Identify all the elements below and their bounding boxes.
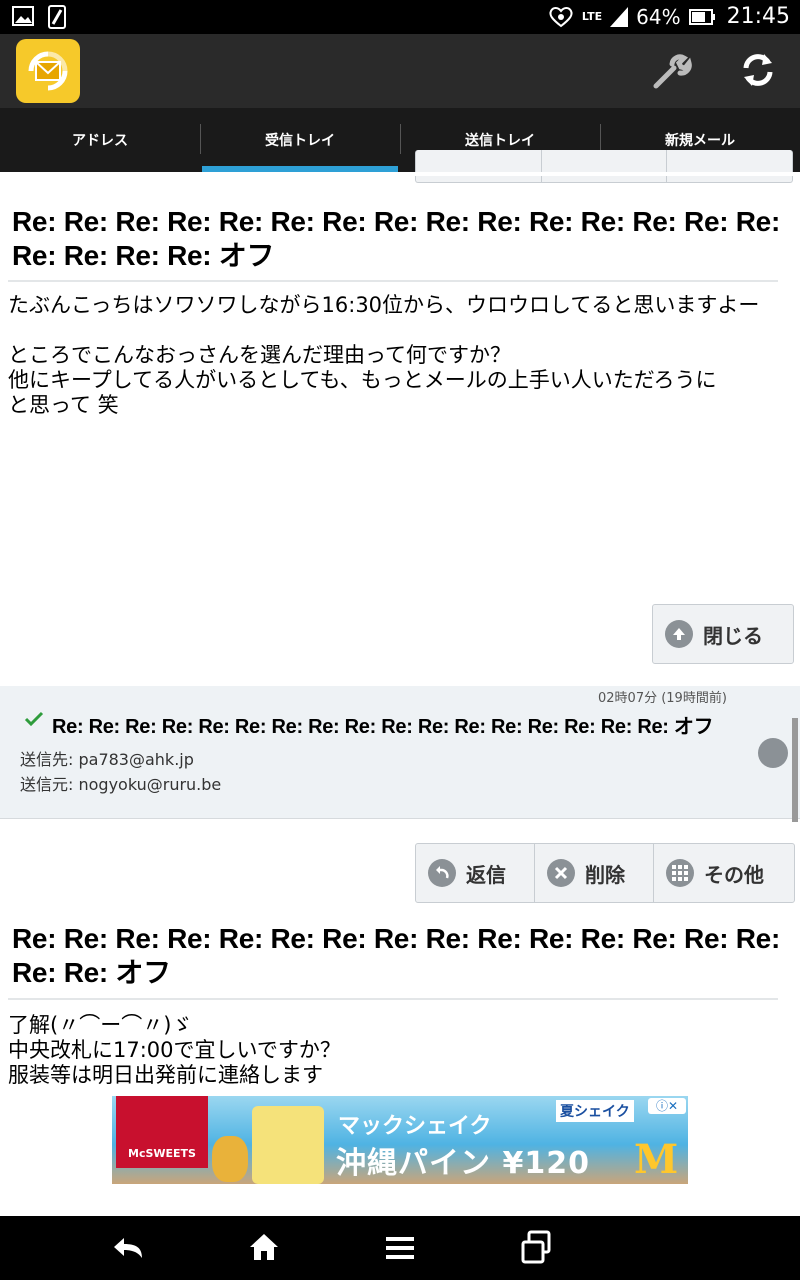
grid-icon <box>666 859 694 887</box>
message2-to: 送信先: pa783@ahk.jp <box>20 750 194 769</box>
ad-brand-badge: McSWEETS <box>116 1096 208 1168</box>
refresh-icon[interactable] <box>738 50 778 90</box>
menu-icon[interactable] <box>384 1234 416 1262</box>
other-button-label: その他 <box>704 862 764 887</box>
message1-other-button[interactable] <box>667 150 792 182</box>
battery-icon <box>688 8 715 25</box>
network-type: LTE <box>581 10 603 23</box>
message1-action-buttons-partial <box>415 150 793 183</box>
close-button-label: 閉じる <box>703 623 763 648</box>
tab-inbox[interactable]: 受信トレイ <box>200 108 400 172</box>
clock: 21:45 <box>726 4 790 29</box>
scrollbar[interactable] <box>792 718 798 822</box>
message2-time: 02時07分 (19時間前) <box>598 691 727 706</box>
signal-icon <box>610 6 629 27</box>
message2-body-line: 服装等は明日出発前に連絡します <box>8 1063 323 1087</box>
message1-body-line: ところでこんなおっさんを選んだ理由って何ですか？ <box>8 343 511 367</box>
unread-dot-icon <box>758 738 788 768</box>
back-icon[interactable] <box>112 1234 146 1262</box>
ad-headline: マックシェイク <box>338 1114 492 1139</box>
message1-subject: Re: Re: Re: Re: Re: Re: Re: Re: Re: Re: … <box>12 206 780 271</box>
message1-body-line <box>8 318 788 343</box>
message1-delete-button[interactable] <box>542 150 668 182</box>
message1-body: たぶんこっちはソワソワしながら16:30位から、ウロウロしてると思いますよー と… <box>8 293 788 418</box>
message2-body: 了解(〃⌒ー⌒〃)ゞ 中央改札に17:00で宜しいですか？ 服装等は明日出発前に… <box>8 1013 788 1088</box>
message1-body-line: たぶんこっちはソワソワしながら16:30位から、ウロウロしてると思いますよー <box>8 293 760 317</box>
message2-action-buttons: 返信 削除 その他 <box>415 843 795 903</box>
image-notification-icon <box>12 6 34 26</box>
message1-divider <box>8 280 778 282</box>
ad-info-close-icon[interactable]: ⓘ✕ <box>648 1098 686 1114</box>
reply-icon <box>428 859 456 887</box>
pineapple-image <box>212 1136 248 1182</box>
other-button[interactable]: その他 <box>654 844 792 902</box>
app-logo-icon[interactable] <box>16 39 80 103</box>
arrow-up-icon <box>665 620 693 648</box>
message2-header-subject: Re: Re: Re: Re: Re: Re: Re: Re: Re: Re: … <box>52 716 714 738</box>
message2-body-line: 中央改札に17:00で宜しいですか？ <box>8 1038 341 1062</box>
wrench-settings-icon[interactable] <box>652 52 692 92</box>
app-bar <box>0 34 800 108</box>
delete-button-label: 削除 <box>585 862 625 887</box>
ad-banner[interactable]: McSWEETS マックシェイク 沖縄パイン ¥120 夏シェイク M ⓘ✕ <box>112 1096 688 1184</box>
message2-header[interactable]: 02時07分 (19時間前) Re: Re: Re: Re: Re: Re: R… <box>0 686 800 819</box>
close-button[interactable]: 閉じる <box>652 604 794 664</box>
navigation-bar <box>0 1216 800 1280</box>
home-icon[interactable] <box>248 1232 280 1262</box>
reply-button[interactable]: 返信 <box>416 844 535 902</box>
tab-address[interactable]: アドレス <box>0 108 200 172</box>
message2-divider <box>8 998 778 1000</box>
heart-icon <box>549 6 573 27</box>
message1-body-line: 他にキープしてる人がいるとしても、もっとメールの上手い人いただろうに <box>8 368 717 392</box>
mcdonalds-logo-icon: M <box>634 1136 679 1183</box>
message2-from: 送信元: nogyoku@ruru.be <box>20 775 222 794</box>
message1-reply-button[interactable] <box>416 150 542 182</box>
shake-cup-image <box>252 1106 324 1184</box>
recent-apps-icon[interactable] <box>520 1230 552 1264</box>
ad-brand: McSWEETS <box>128 1147 196 1160</box>
status-bar: LTE 64% 21:45 <box>0 0 800 34</box>
message2-body-line: 了解(〃⌒ー⌒〃)ゞ <box>8 1013 193 1037</box>
delete-button[interactable]: 削除 <box>535 844 654 902</box>
check-icon <box>24 711 44 727</box>
ad-product: 沖縄パイン ¥120 <box>336 1146 590 1181</box>
phone-notification-icon <box>48 5 66 29</box>
message1-body-line: と思って 笑 <box>8 393 119 417</box>
reply-button-label: 返信 <box>466 862 506 887</box>
delete-icon <box>547 859 575 887</box>
message2-subject: Re: Re: Re: Re: Re: Re: Re: Re: Re: Re: … <box>12 923 780 988</box>
ad-tag: 夏シェイク <box>556 1100 634 1122</box>
battery-percent: 64% <box>636 4 681 29</box>
